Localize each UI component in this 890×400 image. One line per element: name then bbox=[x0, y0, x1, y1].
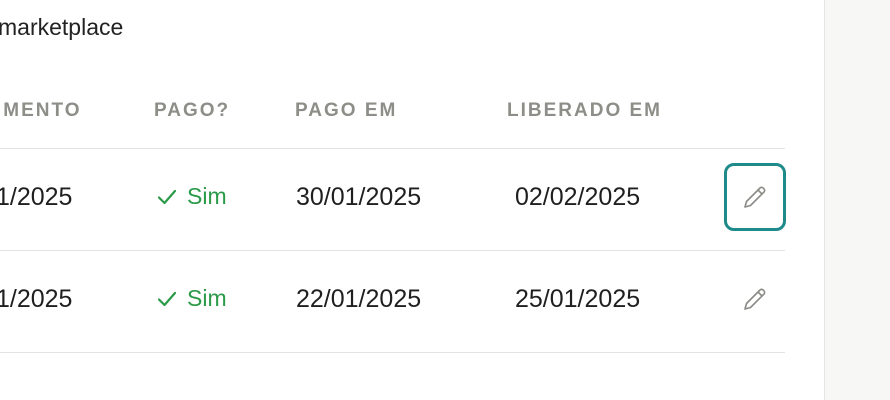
table-row: 1/2025 Sim 30/01/2025 02/02/2025 bbox=[0, 149, 786, 251]
payments-card: marketplace IMENTO PAGO? PAGO EM LIBERAD… bbox=[0, 0, 825, 400]
column-header-due: IMENTO bbox=[0, 100, 82, 121]
due-date-cell: 1/2025 bbox=[0, 285, 73, 313]
due-date-cell: 1/2025 bbox=[0, 183, 73, 211]
pencil-icon bbox=[744, 288, 766, 310]
payments-table: IMENTO PAGO? PAGO EM LIBERADO EM 1/2025 … bbox=[0, 80, 786, 353]
column-header-paid-on: PAGO EM bbox=[295, 100, 398, 121]
section-subtitle: marketplace bbox=[0, 14, 124, 40]
check-icon bbox=[157, 291, 177, 306]
paid-status: Sim bbox=[157, 285, 227, 312]
column-header-paid: PAGO? bbox=[154, 100, 231, 121]
paid-status-label: Sim bbox=[187, 183, 227, 209]
table-header: IMENTO PAGO? PAGO EM LIBERADO EM bbox=[0, 80, 785, 149]
edit-button[interactable] bbox=[724, 265, 786, 333]
released-on-cell: 02/02/2025 bbox=[515, 183, 641, 211]
column-header-released-on: LIBERADO EM bbox=[507, 100, 662, 121]
edit-button[interactable] bbox=[724, 163, 786, 231]
table-row: 1/2025 Sim 22/01/2025 25/01/2025 bbox=[0, 251, 785, 353]
pencil-icon bbox=[744, 186, 766, 208]
paid-status: Sim bbox=[157, 183, 227, 210]
paid-on-cell: 30/01/2025 bbox=[296, 183, 422, 211]
released-on-cell: 25/01/2025 bbox=[515, 285, 641, 313]
paid-on-cell: 22/01/2025 bbox=[296, 285, 422, 313]
check-icon bbox=[157, 189, 177, 204]
paid-status-label: Sim bbox=[187, 285, 227, 311]
